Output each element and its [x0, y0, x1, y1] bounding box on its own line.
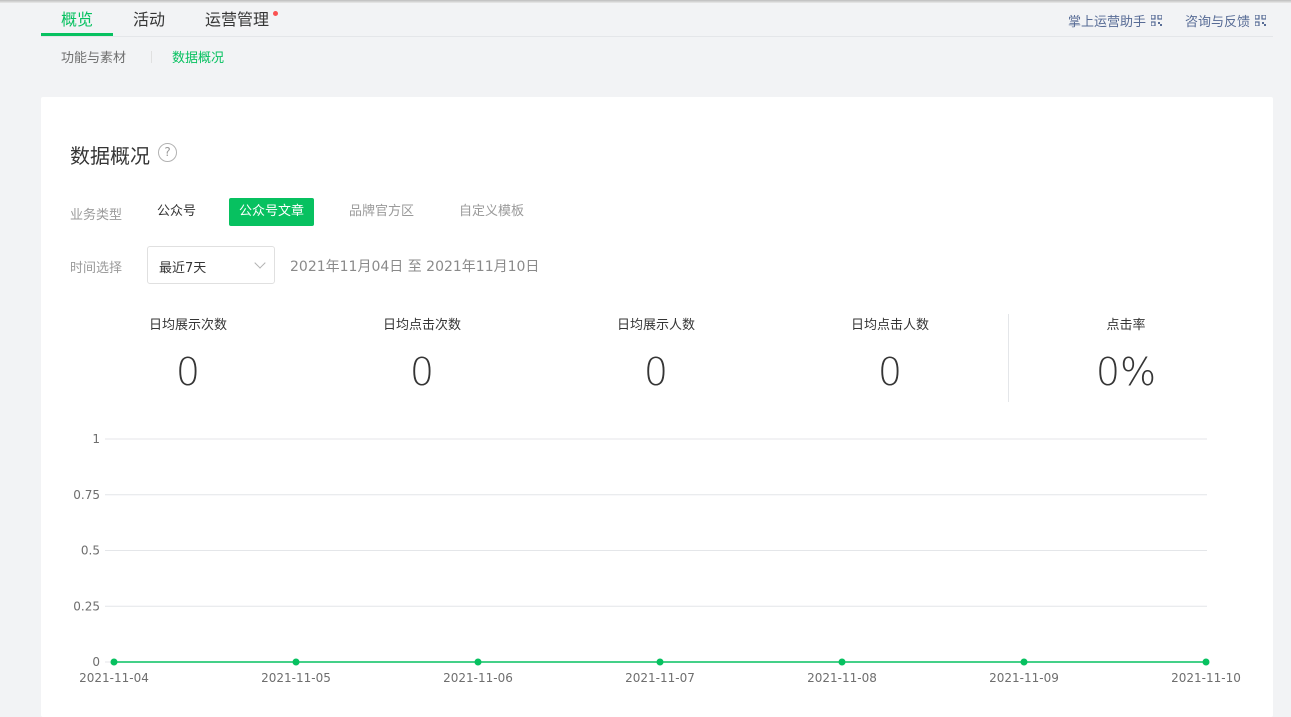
qrcode-icon: [1151, 15, 1163, 26]
data-point[interactable]: [110, 658, 118, 666]
x-tick-label: 2021-11-05: [261, 671, 331, 685]
subnav-divider: [151, 51, 152, 63]
stat-value: 0: [409, 350, 435, 394]
business-type-label: 业务类型: [70, 208, 123, 223]
top-nav: 概览 活动 运营管理 掌上运营助手 咨询与反馈: [41, 3, 1273, 37]
x-tick-label: 2021-11-10: [1171, 671, 1241, 685]
active-tab-underline: [41, 33, 113, 36]
chevron-down-icon: [254, 257, 266, 269]
stat-label: 日均点击人数: [850, 318, 929, 333]
feedback-link[interactable]: 咨询与反馈: [1185, 11, 1267, 30]
stat-daily-impression-users: 日均展示人数 0: [539, 314, 773, 393]
tab-operation-management[interactable]: 运营管理: [205, 6, 269, 30]
stat-label: 日均展示次数: [148, 318, 227, 333]
stat-value: 0: [877, 350, 903, 394]
time-range-select[interactable]: 最近7天: [147, 246, 275, 284]
stat-daily-impressions: 日均展示次数 0: [71, 314, 305, 393]
stat-label: 日均点击次数: [382, 318, 461, 333]
tab-overview[interactable]: 概览: [61, 6, 93, 30]
help-icon[interactable]: ?: [158, 143, 177, 162]
data-point[interactable]: [1202, 658, 1210, 666]
stat-value: 0: [643, 350, 669, 394]
mobile-assistant-label: 掌上运营助手: [1068, 15, 1147, 30]
y-tick-label: 1: [92, 432, 100, 446]
data-point[interactable]: [1020, 658, 1028, 666]
trend-line-chart: 0 0.25 0.5 0.75 1 2021-11-04 2021-11-05 2021-11…: [73, 432, 1241, 685]
y-tick-label: 0.5: [81, 544, 100, 558]
data-point[interactable]: [292, 658, 300, 666]
x-tick-label: 2021-11-07: [625, 671, 695, 685]
biz-type-custom-template[interactable]: 自定义模板: [449, 198, 534, 226]
x-tick-label: 2021-11-04: [79, 671, 149, 685]
stat-value: 0%: [1095, 350, 1157, 394]
feedback-label: 咨询与反馈: [1185, 15, 1251, 30]
stat-label: 日均展示人数: [616, 318, 695, 333]
stat-daily-click-users: 日均点击人数 0: [773, 314, 1007, 393]
y-tick-label: 0.25: [73, 599, 100, 613]
subnav-features-materials[interactable]: 功能与素材: [61, 47, 126, 66]
y-tick-label: 0: [92, 655, 100, 669]
biz-type-article[interactable]: 公众号文章: [229, 198, 315, 226]
stat-value: 0: [175, 350, 201, 394]
stat-label: 点击率: [1106, 318, 1146, 333]
data-point[interactable]: [474, 658, 482, 666]
date-range-text: 2021年11月04日 至 2021年11月10日: [290, 259, 540, 275]
stat-daily-clicks: 日均点击次数 0: [305, 314, 539, 393]
y-tick-label: 0.75: [73, 488, 100, 502]
mobile-assistant-link[interactable]: 掌上运营助手: [1068, 11, 1163, 30]
tab-activity[interactable]: 活动: [133, 6, 165, 30]
page-title: 数据概况: [70, 144, 150, 168]
notification-dot: [273, 11, 278, 16]
x-tick-label: 2021-11-09: [989, 671, 1059, 685]
x-tick-label: 2021-11-08: [807, 671, 877, 685]
time-select-label: 时间选择: [70, 261, 123, 276]
stat-click-rate: 点击率 0%: [1009, 314, 1243, 393]
data-point[interactable]: [838, 658, 846, 666]
data-point[interactable]: [656, 658, 664, 666]
data-overview-card: 数据概况 ? 业务类型 公众号 公众号文章 品牌官方区 自定义模板 时间选择 最…: [41, 97, 1273, 717]
x-tick-label: 2021-11-06: [443, 671, 513, 685]
biz-type-brand-zone[interactable]: 品牌官方区: [339, 198, 424, 226]
biz-type-official-account[interactable]: 公众号: [147, 198, 206, 226]
time-range-value: 最近7天: [159, 261, 207, 276]
qrcode-icon: [1255, 15, 1267, 26]
subnav-data-overview[interactable]: 数据概况: [172, 47, 224, 66]
